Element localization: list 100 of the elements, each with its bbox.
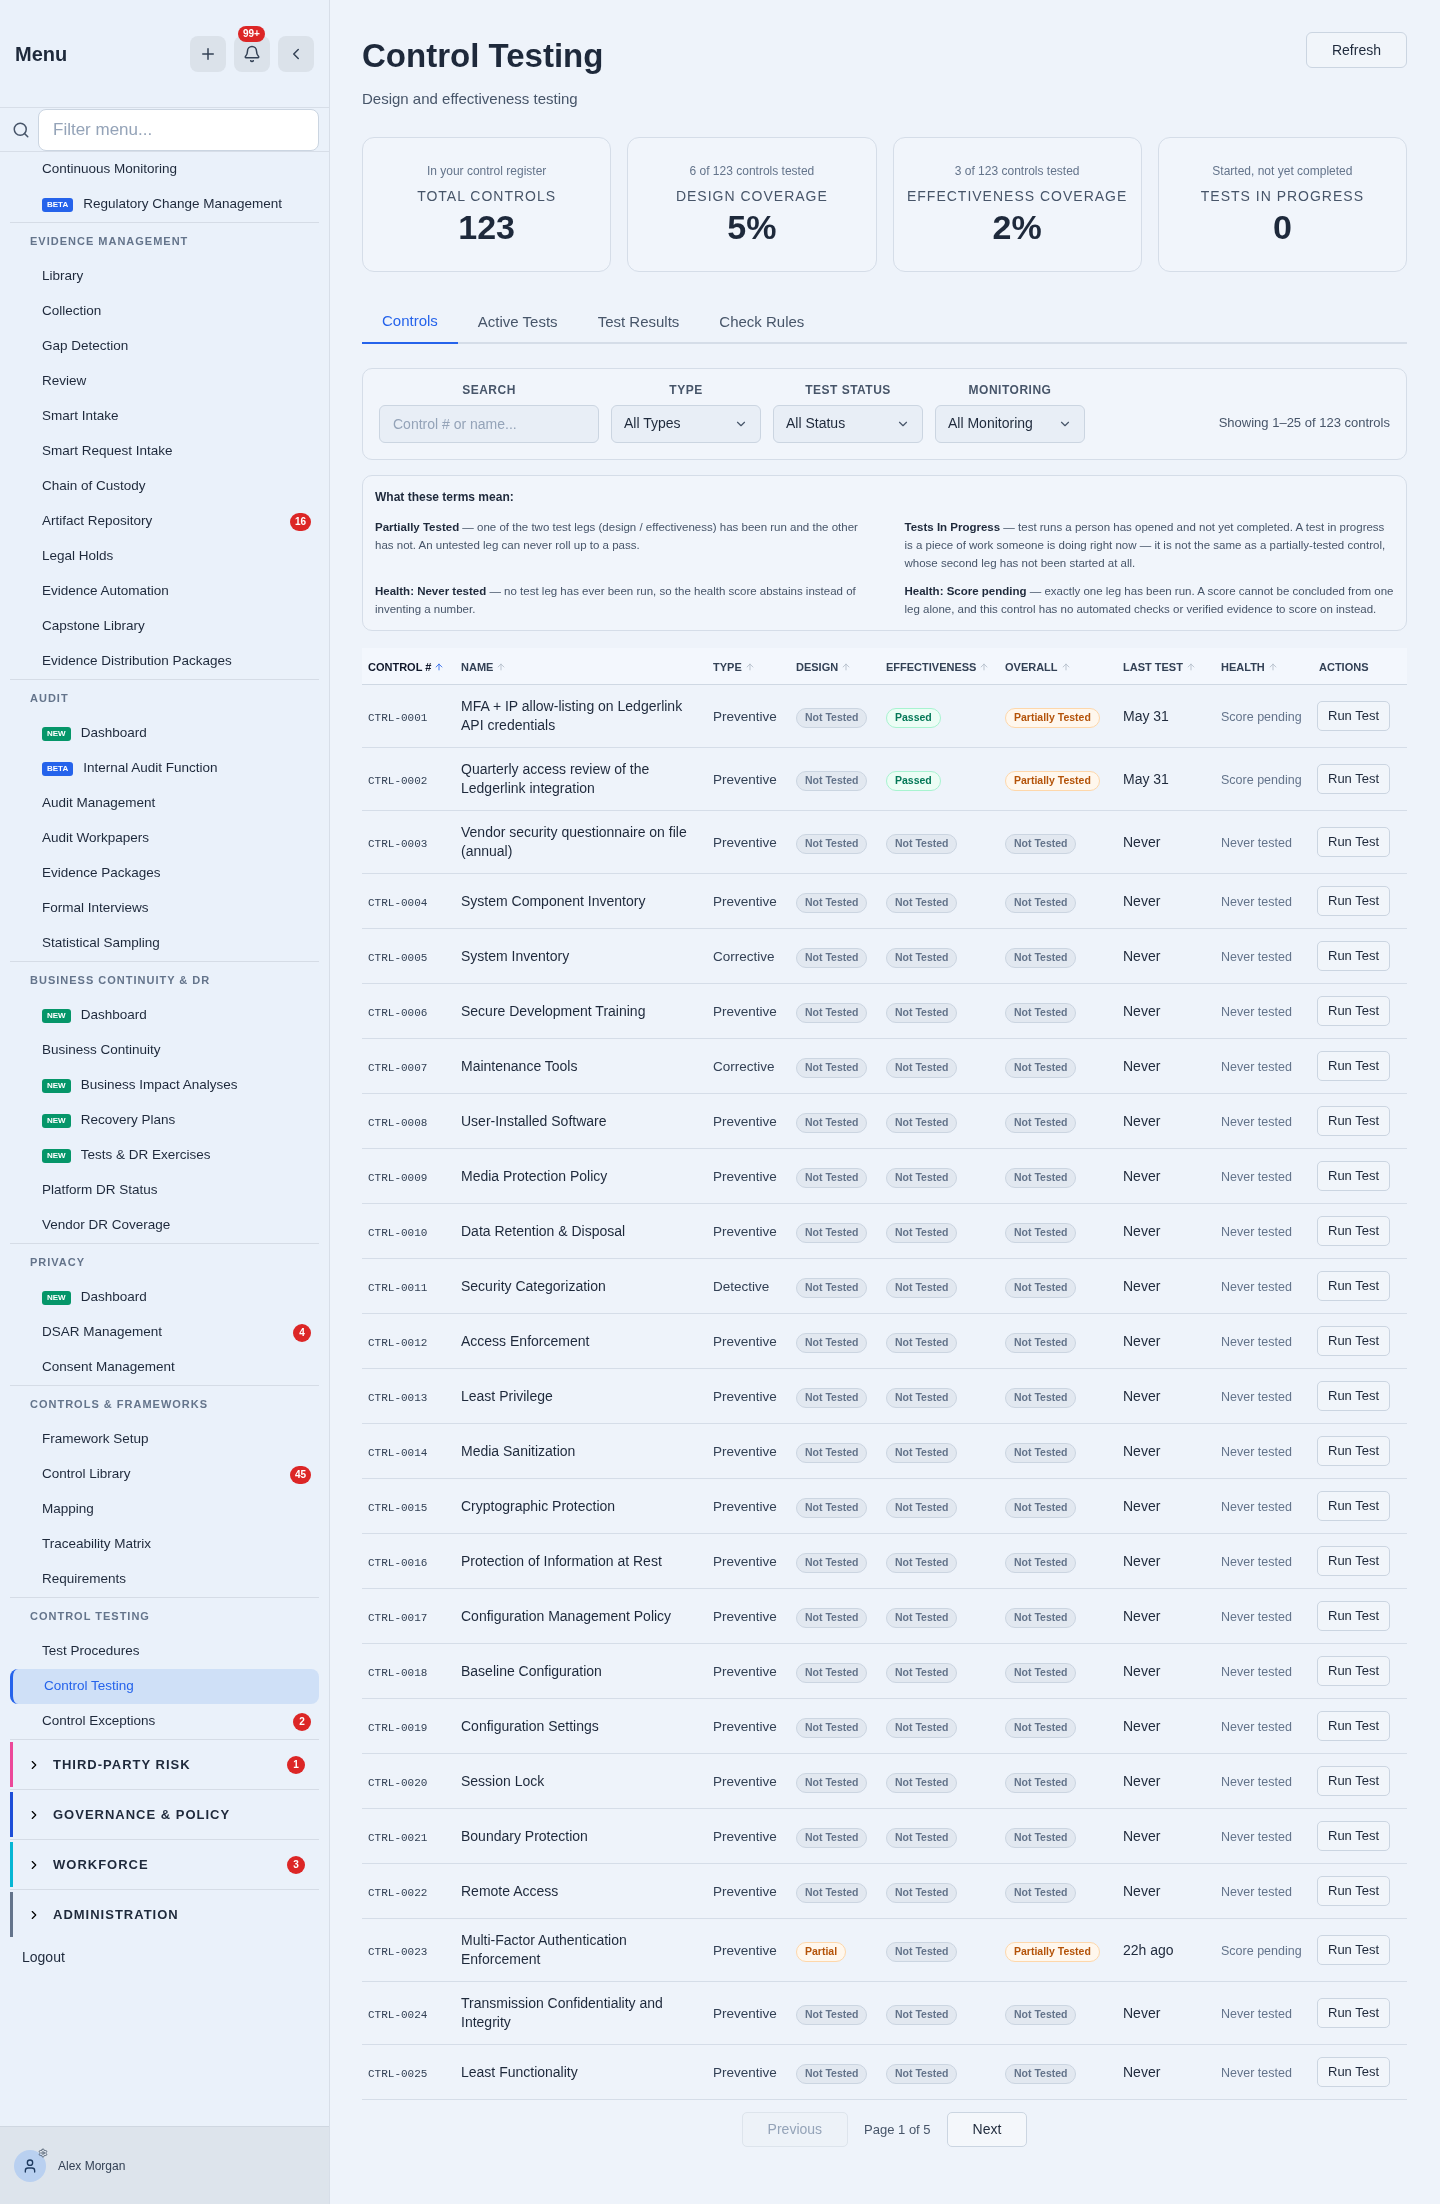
- group-header[interactable]: GOVERNANCE & POLICY: [10, 1792, 319, 1837]
- menu-item[interactable]: Platform DR Status: [10, 1173, 319, 1208]
- menu-item[interactable]: Library: [10, 259, 319, 294]
- menu-item[interactable]: Test Procedures: [10, 1634, 319, 1669]
- tab[interactable]: Controls: [362, 301, 458, 344]
- group-header[interactable]: WORKFORCE 3: [10, 1842, 319, 1887]
- run-test-button[interactable]: Run Test: [1317, 1381, 1391, 1411]
- filter-dropdown[interactable]: All Status: [773, 404, 923, 443]
- status-badge: Not Tested: [1005, 1828, 1077, 1848]
- run-test-button[interactable]: Run Test: [1317, 1601, 1391, 1631]
- menu-item[interactable]: Framework Setup: [10, 1422, 319, 1457]
- menu-item[interactable]: Control Library 45: [10, 1457, 319, 1492]
- run-test-button[interactable]: Run Test: [1317, 1998, 1391, 2028]
- menu-item[interactable]: BETA Regulatory Change Management: [10, 187, 319, 222]
- run-test-button[interactable]: Run Test: [1317, 1656, 1391, 1686]
- control-name: Configuration Management Policy: [461, 1606, 673, 1626]
- menu-item[interactable]: NEW Dashboard: [10, 716, 319, 751]
- column-header[interactable]: TYPE: [713, 658, 755, 676]
- run-test-button[interactable]: Run Test: [1317, 1821, 1391, 1851]
- run-test-button[interactable]: Run Test: [1317, 827, 1391, 857]
- menu-item[interactable]: Chain of Custody: [10, 469, 319, 504]
- menu-item[interactable]: Statistical Sampling: [10, 926, 319, 961]
- menu-item[interactable]: Artifact Repository 16: [10, 504, 319, 539]
- column-header[interactable]: NAME: [461, 658, 507, 676]
- run-test-button[interactable]: Run Test: [1317, 1876, 1391, 1906]
- menu-item[interactable]: Control Testing: [10, 1669, 319, 1704]
- menu-item[interactable]: Legal Holds: [10, 539, 319, 574]
- run-test-button[interactable]: Run Test: [1317, 941, 1391, 971]
- menu-item[interactable]: Gap Detection: [10, 329, 319, 364]
- column-header[interactable]: LAST TEST: [1123, 658, 1196, 676]
- menu-item[interactable]: Smart Request Intake: [10, 434, 319, 469]
- next-button[interactable]: Next: [946, 2112, 1028, 2147]
- filter-dropdown[interactable]: All Monitoring: [935, 404, 1085, 443]
- run-test-button[interactable]: Run Test: [1317, 1491, 1391, 1521]
- run-test-button[interactable]: Run Test: [1317, 1106, 1391, 1136]
- status-badge: Not Tested: [886, 1388, 958, 1408]
- section-heading: CONTROLS & FRAMEWORKS: [29, 1396, 210, 1412]
- menu-item[interactable]: NEW Recovery Plans: [10, 1103, 319, 1138]
- menu-item[interactable]: Evidence Automation: [10, 574, 319, 609]
- column-header[interactable]: CONTROL #: [368, 658, 445, 676]
- menu-item[interactable]: Vendor DR Coverage: [10, 1208, 319, 1243]
- tab[interactable]: Active Tests: [457, 301, 578, 344]
- menu-item[interactable]: Smart Intake: [10, 399, 319, 434]
- tab[interactable]: Test Results: [577, 301, 700, 344]
- group-header[interactable]: THIRD-PARTY RISK 1: [10, 1742, 319, 1787]
- menu-item[interactable]: Control Exceptions 2: [10, 1704, 319, 1739]
- column-header[interactable]: OVERALL: [1005, 658, 1071, 676]
- run-test-button[interactable]: Run Test: [1317, 1766, 1391, 1796]
- tab[interactable]: Check Rules: [699, 301, 825, 344]
- menu-item[interactable]: NEW Tests & DR Exercises: [10, 1138, 319, 1173]
- last-test: Never: [1123, 1828, 1161, 1844]
- menu-item[interactable]: Consent Management: [10, 1350, 319, 1385]
- filter-menu-field[interactable]: Filter menu...: [38, 108, 319, 151]
- column-header[interactable]: DESIGN: [796, 658, 852, 676]
- refresh-button[interactable]: Refresh: [1305, 32, 1407, 68]
- run-test-button[interactable]: Run Test: [1317, 996, 1391, 1026]
- control-type: Preventive: [713, 772, 777, 787]
- menu-item[interactable]: Collection: [10, 294, 319, 329]
- menu-item[interactable]: Audit Workpapers: [10, 821, 319, 856]
- menu-item[interactable]: Review: [10, 364, 319, 399]
- run-test-button[interactable]: Run Test: [1317, 886, 1391, 916]
- stat-value: 123: [458, 206, 515, 247]
- add-button[interactable]: [190, 35, 226, 72]
- user-avatar[interactable]: [14, 2149, 46, 2182]
- run-test-button[interactable]: Run Test: [1317, 1935, 1391, 1965]
- run-test-button[interactable]: Run Test: [1317, 1161, 1391, 1191]
- run-test-button[interactable]: Run Test: [1317, 764, 1391, 794]
- column-header[interactable]: EFFECTIVENESS: [886, 658, 990, 676]
- run-test-button[interactable]: Run Test: [1317, 701, 1391, 731]
- run-test-button[interactable]: Run Test: [1317, 1711, 1391, 1741]
- menu-item[interactable]: Formal Interviews: [10, 891, 319, 926]
- menu-item[interactable]: Requirements: [10, 1562, 319, 1597]
- column-header[interactable]: HEALTH: [1221, 658, 1278, 676]
- run-test-button[interactable]: Run Test: [1317, 1326, 1391, 1356]
- menu-item[interactable]: DSAR Management 4: [10, 1315, 319, 1350]
- menu-item[interactable]: Traceability Matrix: [10, 1527, 319, 1562]
- run-test-button[interactable]: Run Test: [1317, 1051, 1391, 1081]
- run-test-button[interactable]: Run Test: [1317, 2057, 1391, 2087]
- menu-item[interactable]: Mapping: [10, 1492, 319, 1527]
- menu-item[interactable]: Capstone Library: [10, 609, 319, 644]
- menu-item[interactable]: Audit Management: [10, 786, 319, 821]
- control-type: Preventive: [713, 1943, 777, 1958]
- run-test-button[interactable]: Run Test: [1317, 1271, 1391, 1301]
- status-badge: Not Tested: [796, 1168, 868, 1188]
- run-test-button[interactable]: Run Test: [1317, 1216, 1391, 1246]
- menu-item[interactable]: NEW Dashboard: [10, 998, 319, 1033]
- run-test-button[interactable]: Run Test: [1317, 1436, 1391, 1466]
- run-test-button[interactable]: Run Test: [1317, 1546, 1391, 1576]
- menu-item[interactable]: Business Continuity: [10, 1033, 319, 1068]
- menu-item[interactable]: NEW Dashboard: [10, 1280, 319, 1315]
- menu-item[interactable]: NEW Business Impact Analyses: [10, 1068, 319, 1103]
- menu-item[interactable]: Evidence Distribution Packages: [10, 644, 319, 679]
- menu-item[interactable]: Continuous Monitoring: [10, 152, 319, 187]
- search-field[interactable]: Control # or name...: [379, 404, 599, 443]
- menu-item[interactable]: BETA Internal Audit Function: [10, 751, 319, 786]
- control-id: CTRL-0010: [368, 1227, 428, 1239]
- filter-dropdown[interactable]: All Types: [611, 404, 761, 443]
- group-header[interactable]: ADMINISTRATION: [10, 1892, 319, 1937]
- menu-item[interactable]: Evidence Packages: [10, 856, 319, 891]
- logout-link[interactable]: Logout: [10, 1939, 319, 1975]
